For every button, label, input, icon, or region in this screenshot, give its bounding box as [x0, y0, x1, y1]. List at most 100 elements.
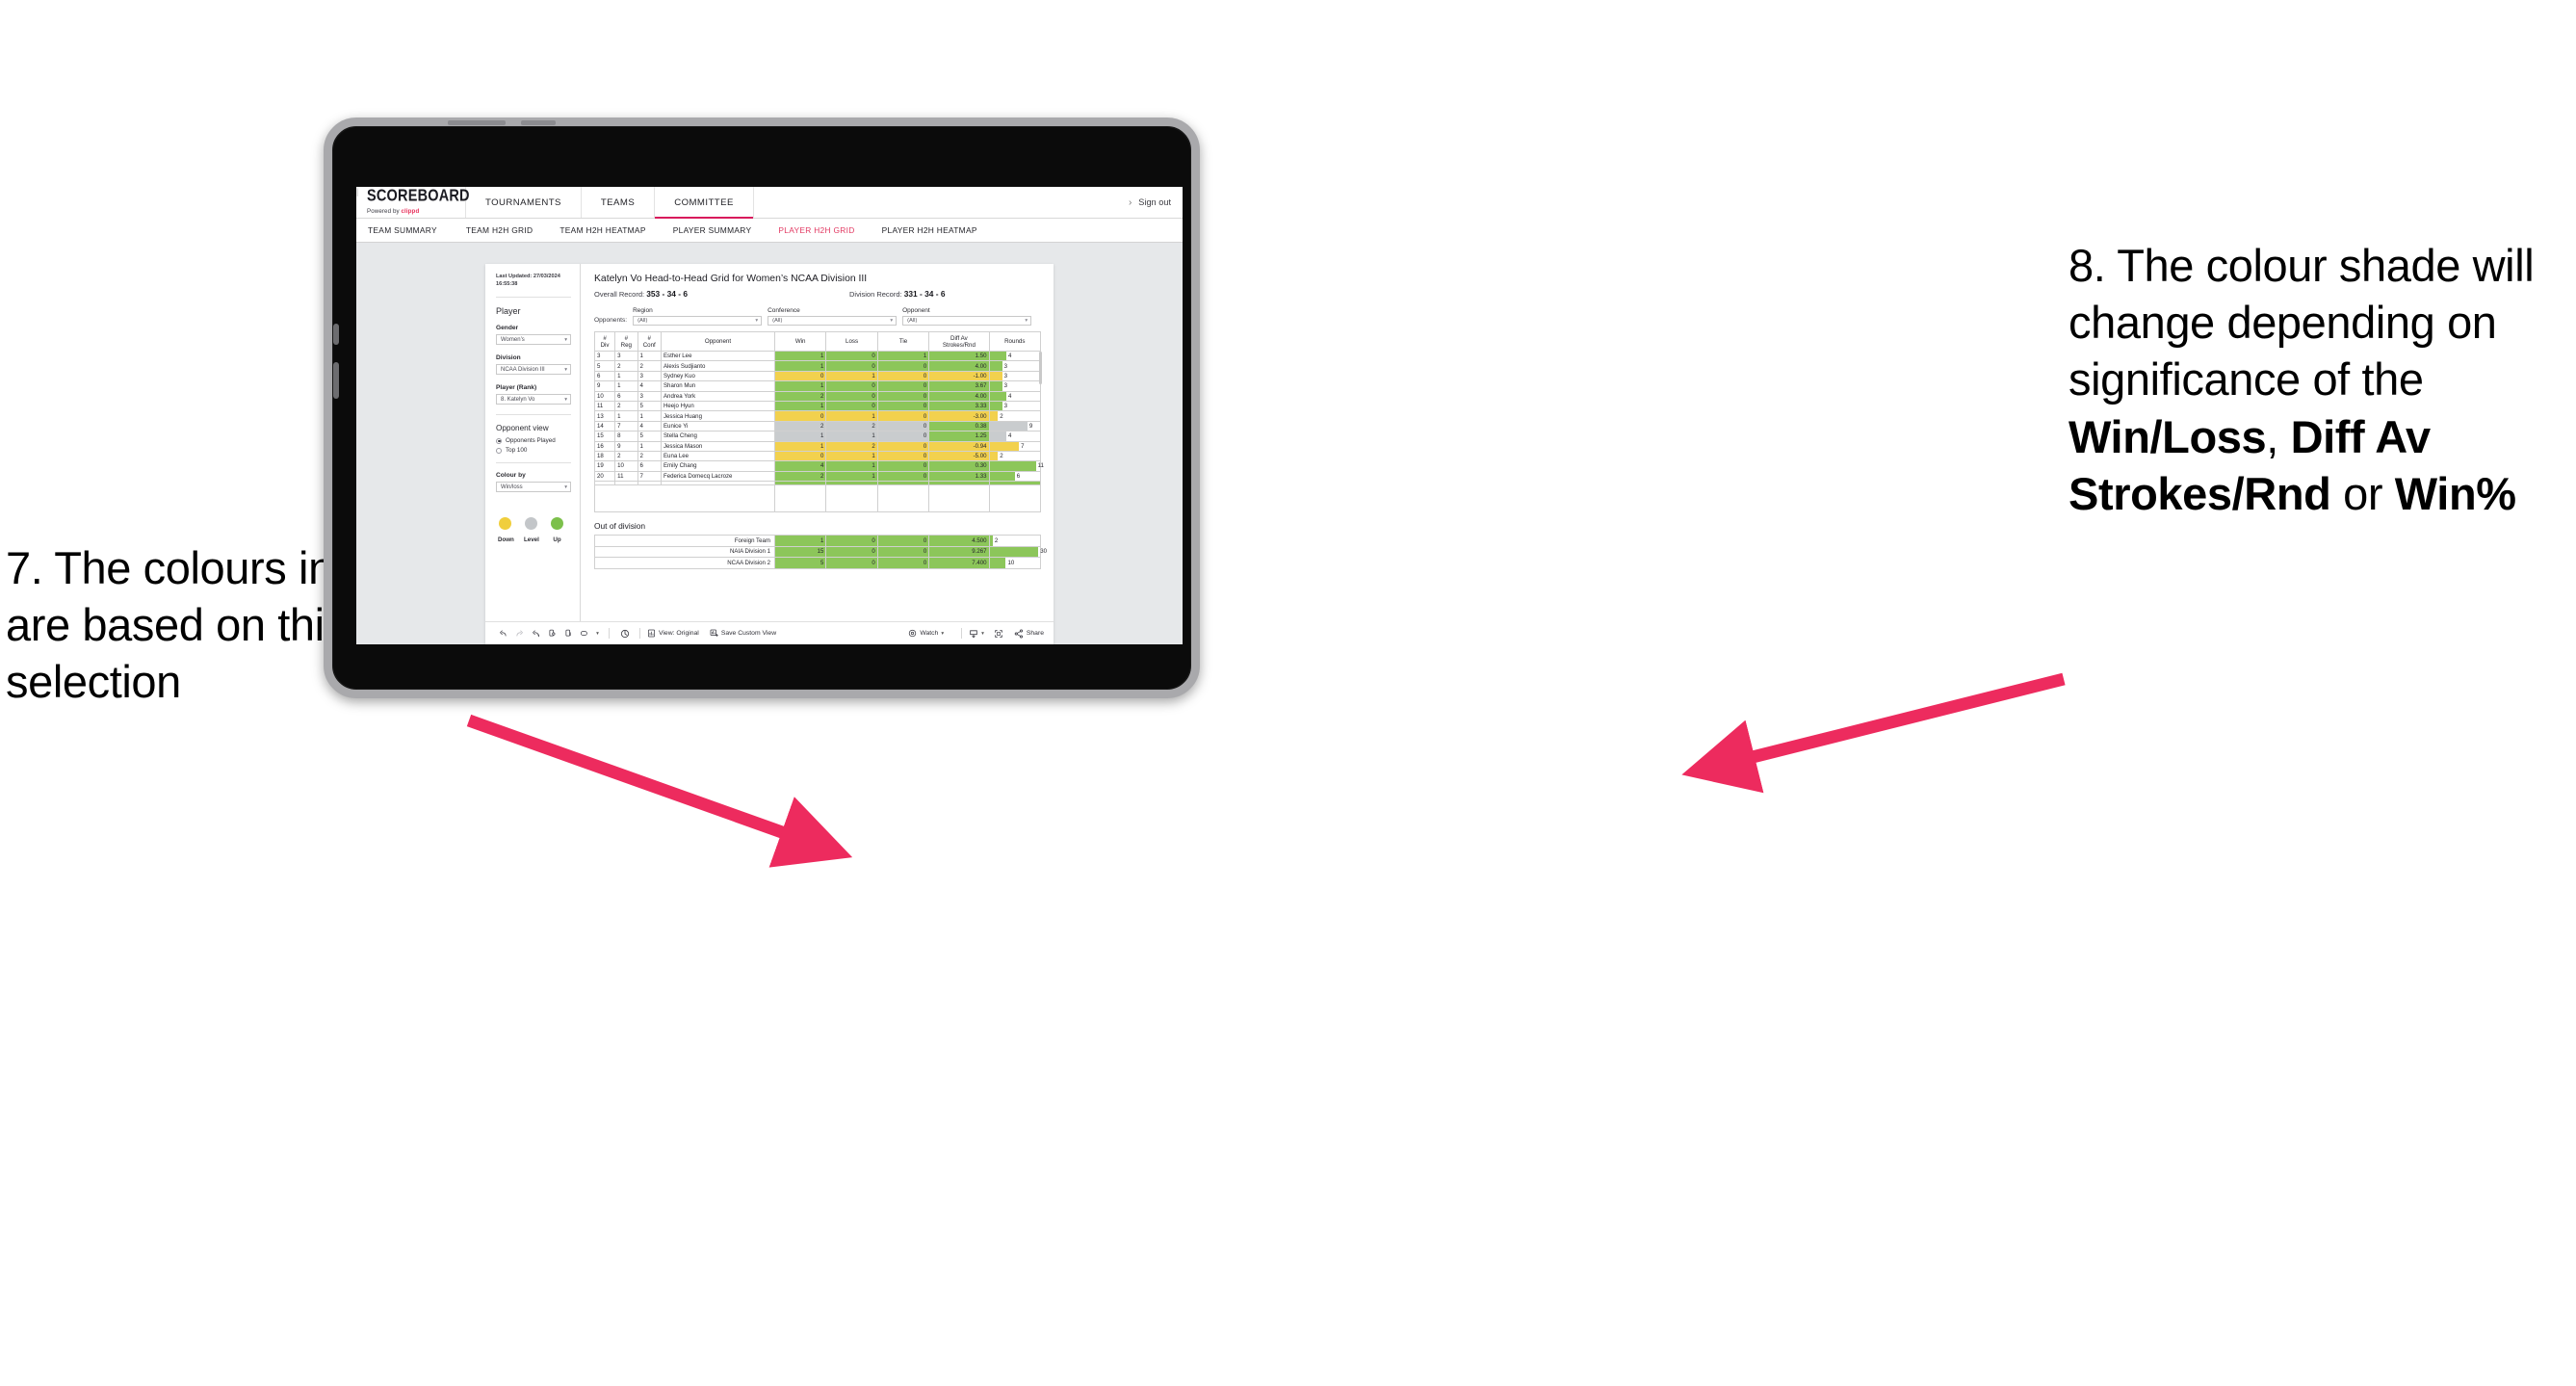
download-button[interactable]: ▾ — [969, 629, 984, 639]
out-of-division-row[interactable]: NCAA Division 2 5 0 0 7.400 10 — [594, 557, 1042, 569]
chevron-down-icon: ▾ — [564, 484, 567, 490]
cell-tie: 0 — [876, 400, 930, 412]
toolbar-divider — [961, 628, 963, 639]
pan-zoom-icon[interactable] — [616, 629, 633, 639]
rounds-bar — [989, 391, 1007, 401]
chevron-down-icon: ▾ — [564, 336, 567, 343]
grid-col-header-7[interactable]: Diff Av Strokes/Rnd — [928, 331, 990, 352]
overall-record: Overall Record: 353 - 34 - 6 — [594, 289, 849, 299]
grid-col-header-5[interactable]: Loss — [825, 331, 878, 352]
table-row[interactable]: 15 8 5 Stella Cheng 1 1 0 1.25 4 — [593, 431, 1042, 442]
out-of-division-row[interactable]: NAIA Division 1 15 0 0 9.267 30 — [594, 545, 1047, 559]
cell-opponent: Jessica Huang — [660, 410, 775, 422]
chevron-right-icon[interactable]: › — [1129, 197, 1132, 208]
sign-out-link[interactable]: Sign out — [1138, 197, 1171, 207]
colour-by-select[interactable]: Win/loss ▾ — [496, 482, 571, 493]
ood-cell-win: 15 — [773, 545, 827, 559]
highlight-dropdown-caret-icon[interactable]: ▾ — [593, 631, 602, 637]
table-row[interactable]: 13 1 1 Jessica Huang 0 1 0 -3.00 2 — [593, 410, 1042, 422]
grid-vertical-scrollbar[interactable] — [1039, 352, 1042, 384]
region-filter: Region (All) ▾ — [633, 307, 763, 326]
grid-col-header-0[interactable]: # Div — [593, 331, 616, 352]
nav-tab-committee[interactable]: COMMITTEE — [655, 187, 754, 219]
table-row[interactable]: 6 1 3 Sydney Kuo 0 1 0 -1.00 3 — [593, 370, 1042, 382]
subtab-team-h2h-heatmap[interactable]: TEAM H2H HEATMAP — [546, 225, 659, 235]
chevron-down-icon: ▾ — [564, 396, 567, 403]
brand-logo[interactable]: SCOREBOARD Powered by clippd — [356, 187, 470, 218]
table-row[interactable]: 19 10 6 Emily Chang 4 1 0 0.30 11 — [593, 460, 1044, 472]
cell-loss: 0 — [825, 360, 878, 372]
subtab-team-summary[interactable]: TEAM SUMMARY — [368, 225, 453, 235]
division-select[interactable]: NCAA Division III ▾ — [496, 364, 571, 376]
refresh-icon[interactable] — [544, 629, 560, 638]
grid-col-header-1[interactable]: # Reg — [614, 331, 638, 352]
legend-dot-level — [525, 517, 537, 531]
toolbar-divider — [609, 628, 610, 639]
subtab-player-summary[interactable]: PLAYER SUMMARY — [660, 225, 766, 235]
cell-loss: 1 — [825, 450, 878, 462]
division-label: Division — [496, 354, 521, 362]
cell-win: 2 — [773, 420, 827, 432]
table-row[interactable]: 11 2 5 Heejo Hyun 1 0 0 3.33 3 — [593, 400, 1042, 412]
conference-value: (All) — [772, 318, 783, 324]
opponent-select[interactable]: (All) ▾ — [902, 316, 1032, 326]
region-select[interactable]: (All) ▾ — [633, 316, 763, 326]
table-row[interactable]: 3 3 1 Esther Lee 1 0 1 1.50 4 — [593, 350, 1042, 362]
grid-col-header-3[interactable]: Opponent — [660, 331, 775, 352]
share-button[interactable]: Share — [1014, 629, 1044, 639]
highlight-icon[interactable] — [577, 629, 593, 638]
chevron-down-icon: ▾ — [981, 630, 984, 637]
fullscreen-icon[interactable] — [991, 629, 1007, 639]
cell-rounds-bar: 9 — [988, 420, 1042, 432]
out-of-division-body: Foreign Team 1 0 0 4.500 2 NAIA Division 1 15 0 0… — [594, 535, 1047, 569]
undo-icon[interactable] — [495, 629, 511, 638]
watch-button[interactable]: Watch ▾ — [908, 629, 944, 638]
table-row[interactable]: 18 2 2 Euna Lee 0 1 0 -5.00 2 — [593, 450, 1042, 462]
ood-rounds-bar — [989, 546, 1039, 558]
subtab-player-h2h-grid[interactable]: PLAYER H2H GRID — [765, 225, 868, 235]
save-custom-view-button[interactable]: Save Custom View — [710, 629, 776, 638]
annotation-8-bold-winloss: Win/Loss — [2069, 410, 2267, 462]
colour-by-value: Win/loss — [501, 484, 523, 490]
tablet-side-button-1 — [333, 324, 339, 345]
subtab-team-h2h-grid[interactable]: TEAM H2H GRID — [453, 225, 547, 235]
subtab-player-h2h-heatmap[interactable]: PLAYER H2H HEATMAP — [869, 225, 991, 235]
nav-tab-tournaments[interactable]: TOURNAMENTS — [466, 187, 582, 218]
revert-icon[interactable] — [528, 629, 544, 638]
rounds-value: 11 — [1037, 462, 1044, 470]
gender-select[interactable]: Women’s ▾ — [496, 334, 571, 346]
nav-tab-teams[interactable]: TEAMS — [582, 187, 656, 218]
grid-col-header-8[interactable]: Rounds — [988, 331, 1042, 352]
player-rank-select[interactable]: 8. Katelyn Vo ▾ — [496, 394, 571, 405]
tableau-viz-container: Last Updated: 27/03/2024 16:55:38 Player… — [485, 264, 1054, 644]
table-row[interactable]: 9 1 4 Sharon Mun 1 0 0 3.67 3 — [593, 380, 1042, 392]
cell-div: 19 — [593, 460, 616, 472]
pause-icon[interactable] — [560, 629, 577, 638]
grid-col-header-4[interactable]: Win — [773, 331, 827, 352]
table-row[interactable]: 5 2 2 Alexis Sudjianto 1 0 0 4.00 3 — [593, 360, 1042, 372]
cell-conf: 5 — [637, 400, 662, 412]
cell-win: 1 — [773, 360, 827, 372]
table-row[interactable]: 16 9 1 Jessica Mason 1 2 0 -0.94 7 — [593, 440, 1042, 452]
table-row[interactable]: 14 7 4 Eunice Yi 2 2 0 0.38 9 — [593, 420, 1042, 432]
out-of-division-row[interactable]: Foreign Team 1 0 0 4.500 2 — [594, 535, 1042, 547]
save-custom-view-label: Save Custom View — [720, 630, 777, 637]
brand-tagline-clippd: clippd — [401, 207, 420, 215]
cell-reg: 11 — [614, 470, 638, 483]
table-row[interactable]: 10 6 3 Andrea York 2 0 0 4.00 4 — [593, 390, 1042, 402]
cell-rounds-bar: 3 — [988, 370, 1042, 382]
table-row[interactable]: 20 11 7 Federica Domecq Lacroze 2 1 0 1.33 6 — [593, 470, 1042, 483]
cell-conf: 7 — [637, 470, 662, 483]
rounds-bar — [989, 361, 1002, 371]
legend-item-level: Level — [524, 517, 539, 543]
cell-rounds-bar: 3 — [988, 400, 1042, 412]
colour-by-label: Colour by — [496, 472, 526, 480]
conference-select[interactable]: (All) ▾ — [768, 316, 898, 326]
redo-icon[interactable] — [511, 629, 528, 638]
radio-opponents-played[interactable]: Opponents Played — [496, 437, 571, 444]
view-original-button[interactable]: View: Original — [647, 629, 699, 638]
radio-top-100[interactable]: Top 100 — [496, 447, 571, 454]
grid-col-header-2[interactable]: # Conf — [637, 331, 662, 352]
grid-col-header-6[interactable]: Tie — [876, 331, 930, 352]
grid-empty-cell — [876, 484, 930, 513]
